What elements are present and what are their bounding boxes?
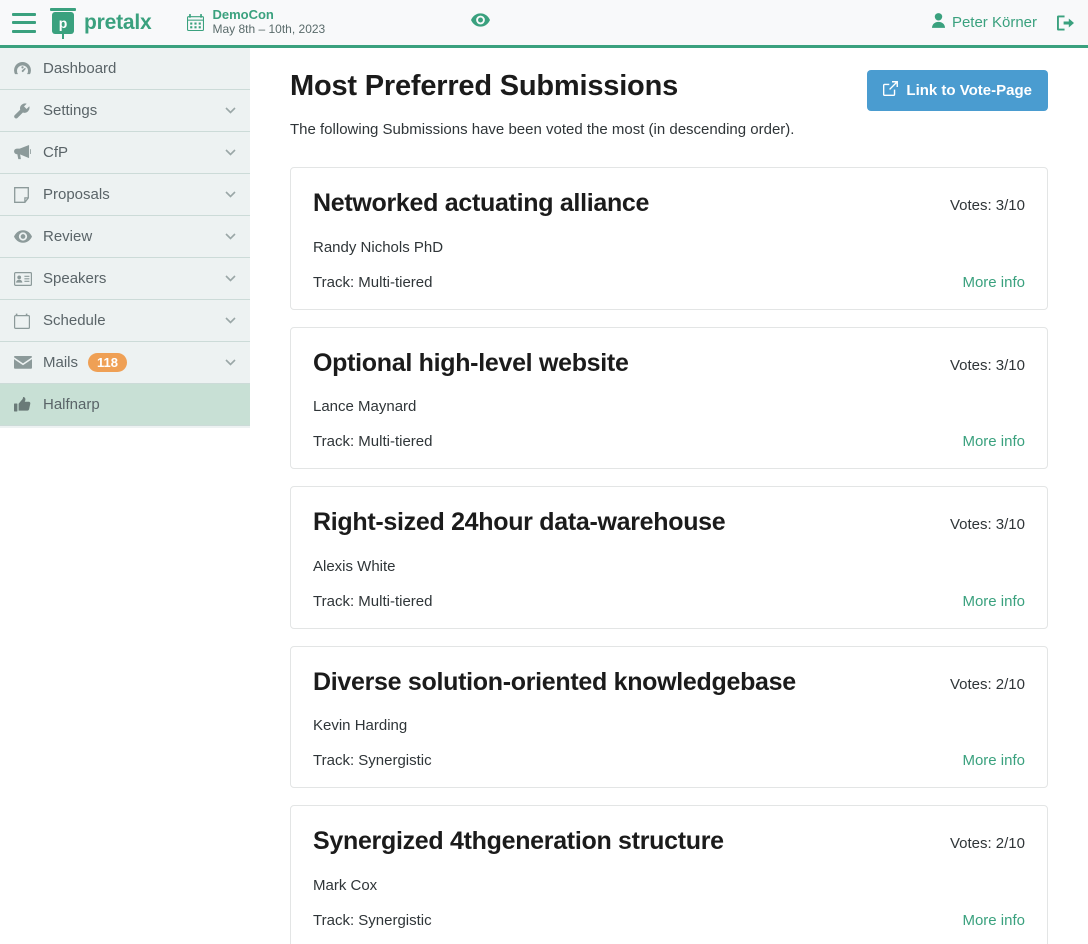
sidebar-item-mails[interactable]: Mails 118 [0, 342, 250, 384]
submission-track: Track: Multi-tiered [313, 273, 433, 291]
sidebar-item-label: Halfnarp [43, 396, 100, 413]
pretalx-logo-icon: p [50, 7, 76, 39]
submission-speaker: Kevin Harding [313, 717, 408, 734]
chevron-down-icon[interactable] [225, 149, 236, 156]
header-right-actions: Peter Körner [931, 13, 1074, 32]
sidebar-item-cfp[interactable]: CfP [0, 132, 250, 174]
submission-title: Right-sized 24hour data-warehouse [313, 508, 726, 536]
submission-title: Synergized 4thgeneration structure [313, 827, 724, 855]
chevron-down-icon[interactable] [225, 275, 236, 282]
more-info-link[interactable]: More info [962, 433, 1025, 450]
sidebar-item-speakers[interactable]: Speakers [0, 258, 250, 300]
sidebar-item-label: Mails [43, 354, 79, 371]
sidebar-item-halfnarp[interactable]: Halfnarp [0, 384, 250, 426]
sidebar-item-label: CfP [43, 144, 69, 161]
wrench-icon [14, 102, 36, 119]
hamburger-icon[interactable] [12, 12, 36, 33]
brand-logo-link[interactable]: p pretalx [50, 7, 152, 39]
submission-votes: Votes: 3/10 [949, 197, 1025, 214]
envelope-icon [14, 356, 36, 369]
sidebar-item-label: Review [43, 228, 93, 245]
logout-icon[interactable] [1057, 14, 1074, 31]
hamburger-bar [12, 29, 36, 33]
sidebar-navigation: Dashboard Settings CfP Proposals Review … [0, 48, 250, 428]
sidebar-item-dashboard[interactable]: Dashboard [0, 48, 250, 90]
submission-title: Networked actuating alliance [313, 189, 650, 217]
submission-card[interactable]: Synergized 4thgeneration structure Votes… [290, 805, 1048, 944]
top-header-bar: p pretalx DemoCon May 8th – 10th, 2023 P… [0, 0, 1088, 48]
link-to-vote-page-button[interactable]: Link to Vote-Page [867, 70, 1048, 111]
dashboard-icon [14, 61, 36, 76]
user-icon [931, 13, 945, 32]
logo-letter: p [58, 14, 68, 31]
submission-track: Track: Multi-tiered [313, 592, 433, 610]
submission-card[interactable]: Diverse solution-oriented knowledgebase … [290, 645, 1048, 788]
hamburger-bar [12, 21, 36, 24]
sidebar-item-review[interactable]: Review [0, 216, 250, 258]
bullhorn-icon [14, 145, 36, 160]
submission-speaker: Lance Maynard [313, 398, 417, 415]
id-card-icon [14, 271, 36, 286]
submission-card[interactable]: Networked actuating alliance Votes: 3/10… [290, 167, 1048, 310]
submission-track: Track: Multi-tiered [313, 433, 433, 450]
document-icon [14, 186, 36, 203]
sidebar-item-schedule[interactable]: Schedule [0, 300, 250, 342]
page-title: Most Preferred Submissions [290, 70, 679, 102]
chevron-down-icon[interactable] [225, 107, 236, 114]
link-to-vote-page-label: Link to Vote-Page [906, 82, 1032, 99]
event-name: DemoCon [212, 7, 274, 23]
user-menu-link[interactable]: Peter Körner [931, 13, 1037, 32]
submission-votes: Votes: 3/10 [949, 356, 1025, 374]
page-subtitle: The following Submissions have been vote… [290, 121, 795, 138]
submission-card[interactable]: Right-sized 24hour data-warehouse Votes:… [290, 486, 1048, 629]
sidebar-item-label: Speakers [43, 270, 107, 287]
submissions-list: Networked actuating alliance Votes: 3/10… [250, 138, 1088, 944]
event-selector[interactable]: DemoCon May 8th – 10th, 2023 [187, 7, 326, 37]
submission-speaker: Randy Nichols PhD [313, 238, 444, 256]
submission-title: Optional high-level website [313, 348, 629, 377]
more-info-link[interactable]: More info [962, 274, 1025, 291]
event-dates: May 8th – 10th, 2023 [212, 22, 326, 37]
chevron-down-icon[interactable] [225, 233, 236, 240]
thumbs-up-icon [14, 396, 36, 413]
chevron-down-icon[interactable] [225, 359, 236, 366]
submission-track: Track: Synergistic [313, 752, 432, 769]
eye-icon [471, 13, 491, 32]
external-link-icon [883, 81, 899, 100]
more-info-link[interactable]: More info [962, 593, 1025, 610]
sidebar-item-label: Proposals [43, 186, 110, 203]
sidebar-item-label: Dashboard [43, 60, 117, 77]
hamburger-bar [12, 12, 36, 16]
submission-title: Diverse solution-oriented knowledgebase [313, 667, 796, 696]
sidebar-item-label: Settings [43, 102, 98, 119]
main-content: Most Preferred Submissions Link to Vote-… [250, 48, 1088, 944]
mails-unread-badge: 118 [88, 353, 127, 372]
user-name: Peter Körner [951, 14, 1037, 31]
more-info-link[interactable]: More info [962, 912, 1025, 929]
submission-card[interactable]: Optional high-level website Votes: 3/10 … [290, 326, 1048, 469]
calendar-icon [14, 313, 36, 329]
page-header: Most Preferred Submissions Link to Vote-… [250, 48, 1088, 111]
submission-track: Track: Synergistic [313, 911, 432, 929]
submission-votes: Votes: 3/10 [949, 516, 1025, 533]
submission-votes: Votes: 2/10 [949, 835, 1025, 852]
submission-speaker: Mark Cox [313, 876, 378, 894]
sidebar-item-settings[interactable]: Settings [0, 90, 250, 132]
submission-votes: Votes: 2/10 [949, 675, 1025, 693]
submission-speaker: Alexis White [313, 557, 396, 575]
chevron-down-icon[interactable] [225, 191, 236, 198]
eye-icon [14, 230, 36, 243]
chevron-down-icon[interactable] [225, 317, 236, 324]
sidebar-item-proposals[interactable]: Proposals [0, 174, 250, 216]
preview-event-link[interactable] [471, 13, 491, 32]
calendar-icon [187, 13, 205, 31]
sidebar-item-label: Schedule [43, 312, 106, 329]
brand-name: pretalx [84, 10, 152, 34]
more-info-link[interactable]: More info [962, 752, 1025, 769]
